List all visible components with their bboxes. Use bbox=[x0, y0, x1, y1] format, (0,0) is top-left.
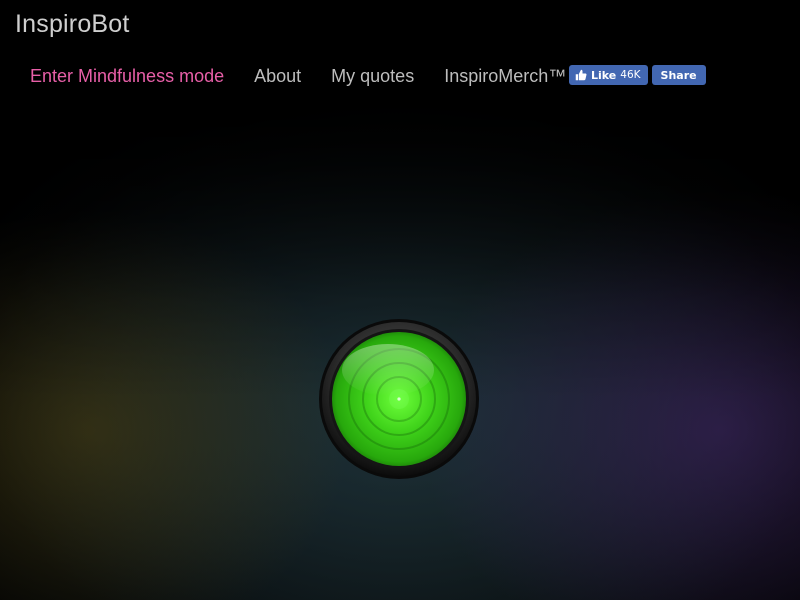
facebook-like-count: 46K bbox=[620, 69, 641, 81]
facebook-share-button[interactable]: Share bbox=[651, 65, 706, 85]
page: InspiroBot Enter Mindfulness mode About … bbox=[0, 0, 800, 600]
site-logo[interactable]: InspiroBot bbox=[15, 10, 130, 39]
facebook-widget: Like 46K Share bbox=[569, 65, 710, 85]
nav-inspiromerch[interactable]: InspiroMerch™ bbox=[444, 66, 566, 87]
main-nav: Enter Mindfulness mode About My quotes I… bbox=[30, 64, 596, 88]
facebook-like-button[interactable]: Like 46K bbox=[569, 65, 648, 85]
nav-my-quotes[interactable]: My quotes bbox=[331, 66, 414, 87]
nav-mindfulness-mode[interactable]: Enter Mindfulness mode bbox=[30, 66, 224, 87]
thumbs-up-icon bbox=[575, 69, 587, 81]
green-generate-button-icon bbox=[319, 319, 479, 479]
facebook-like-label: Like bbox=[591, 68, 617, 82]
nav-about[interactable]: About bbox=[254, 66, 301, 87]
generate-quote-button[interactable] bbox=[318, 318, 480, 480]
